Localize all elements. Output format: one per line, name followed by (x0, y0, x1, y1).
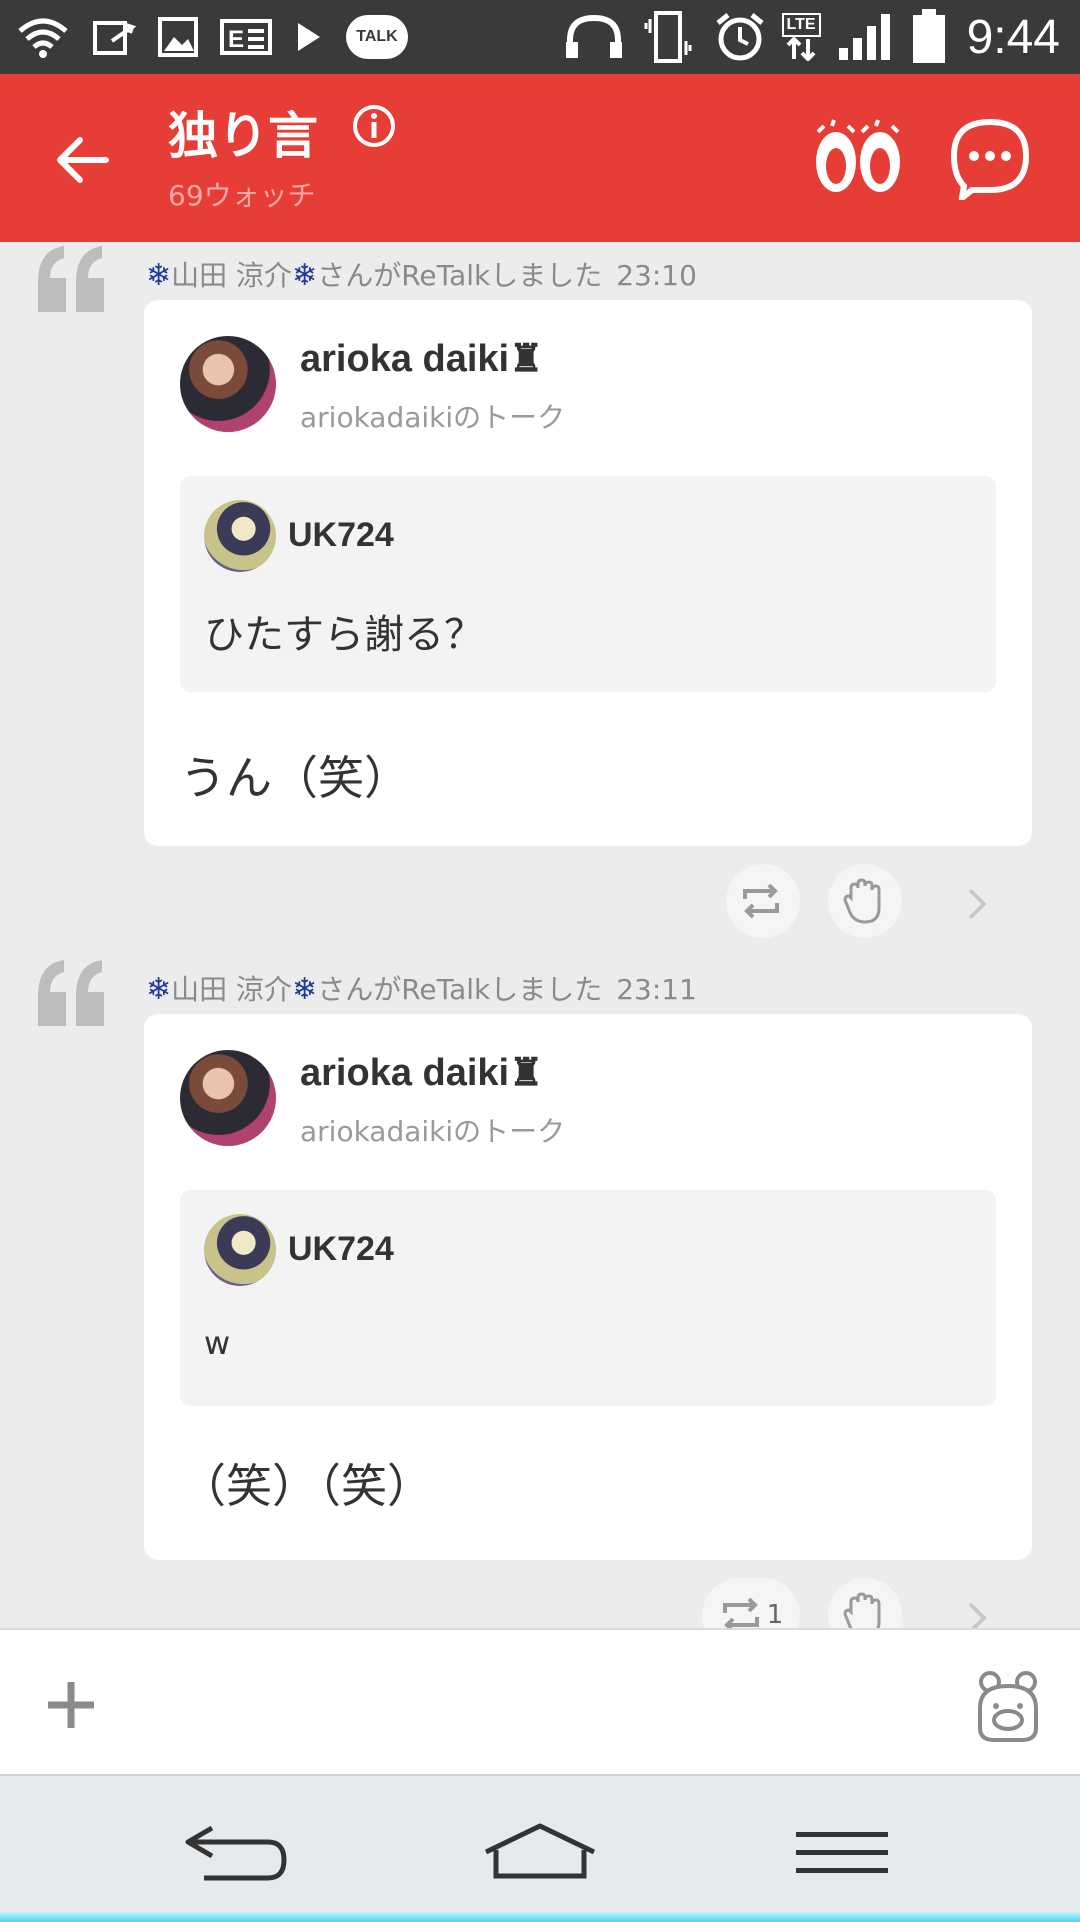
watch-count: 69ウォッチ (168, 179, 316, 212)
retalk-user[interactable]: 山田 涼介 (171, 259, 292, 292)
retalk-suffix: さんがReTalkしました (317, 259, 603, 292)
snowflake-icon: ❄ (292, 972, 318, 1007)
status-bar-right: LTE 9:44 (562, 8, 1060, 66)
avatar[interactable] (204, 500, 276, 572)
like-button[interactable] (828, 864, 902, 938)
snowflake-icon: ❄ (292, 258, 318, 293)
sticker-icon[interactable] (970, 1668, 1046, 1744)
retalk-button[interactable] (726, 864, 800, 938)
quote-mark-icon (38, 960, 104, 1026)
post-actions: 1 (680, 1574, 1080, 1628)
nav-glow (0, 1912, 1080, 1922)
clock: 9:44 (966, 10, 1060, 64)
talk-name[interactable]: ariokadaikiのトーク (300, 1110, 565, 1150)
talk-icon: TALK (346, 15, 408, 59)
message-text: うん（笑） (180, 751, 410, 805)
wifi-icon (18, 18, 68, 58)
headphones-icon (565, 14, 622, 58)
avatar[interactable] (204, 1214, 276, 1286)
back-icon[interactable] (182, 1822, 290, 1884)
room-title: 独り言 (168, 107, 318, 165)
talk-name[interactable]: ariokadaikiのトーク (300, 396, 565, 436)
author-name[interactable]: arioka daiki♜ (300, 1050, 543, 1095)
retalk-suffix: さんがReTalkしました (317, 973, 603, 1006)
like-button[interactable] (828, 1578, 902, 1628)
photo-share-icon (93, 21, 136, 55)
retalk-info: ❄山田 涼介❄さんがReTalkしました 23:10 (146, 254, 697, 294)
svg-text:E: E (228, 26, 244, 53)
news-icon: E (220, 19, 272, 55)
talk-card[interactable]: arioka daiki♜ ariokadaikiのトーク UK724 w （笑… (144, 1014, 1032, 1560)
status-bar: E TALK LTE 9:44 (0, 0, 1080, 74)
avatar[interactable] (180, 1050, 276, 1146)
message-text: （笑）（笑） (180, 1459, 433, 1513)
quoted-user[interactable]: UK724 (288, 1230, 394, 1269)
chevron-right-icon[interactable] (962, 884, 992, 924)
avatar[interactable] (180, 336, 276, 432)
quoted-text: ひたすら謝る？ (204, 612, 484, 658)
eyes-icon[interactable] (812, 116, 904, 198)
author-name[interactable]: arioka daiki♜ (300, 336, 543, 381)
lte-icon: LTE (781, 13, 821, 61)
retalk-time: 23:11 (616, 973, 697, 1006)
vibrate-icon (644, 11, 692, 63)
message-list[interactable]: ❄山田 涼介❄さんがReTalkしました 23:10 arioka daiki♜ … (0, 242, 1080, 1628)
plus-icon[interactable] (44, 1678, 98, 1732)
image-icon (158, 17, 198, 57)
retalk-user[interactable]: 山田 涼介 (171, 973, 292, 1006)
battery-icon (912, 9, 945, 63)
signal-icon (838, 14, 890, 60)
alarm-icon (715, 13, 764, 61)
hand-icon (843, 1592, 881, 1628)
retalk-count: 1 (766, 1600, 784, 1628)
home-icon[interactable] (482, 1822, 598, 1880)
retalk-button[interactable]: 1 (702, 1578, 800, 1628)
app-header: 独り言 69ウォッチ (0, 74, 1080, 242)
chevron-right-icon[interactable] (962, 1598, 992, 1628)
menu-icon[interactable] (794, 1828, 890, 1878)
chat-more-icon[interactable] (948, 116, 1032, 200)
quoted-message[interactable]: UK724 w (180, 1190, 996, 1406)
retalk-info: ❄山田 涼介❄さんがReTalkしました 23:11 (146, 968, 697, 1008)
navigation-bar (0, 1774, 1080, 1922)
play-icon (298, 23, 320, 51)
retalk-icon (743, 883, 779, 919)
post-actions (680, 860, 1080, 940)
hand-icon (843, 878, 881, 924)
snowflake-icon: ❄ (146, 258, 172, 293)
status-bar-left: E TALK (16, 8, 408, 66)
info-icon[interactable] (352, 104, 396, 148)
quote-mark-icon (38, 246, 104, 312)
quoted-text: w (204, 1324, 231, 1362)
back-arrow-icon[interactable] (52, 130, 112, 190)
quoted-user[interactable]: UK724 (288, 516, 394, 555)
snowflake-icon: ❄ (146, 972, 172, 1007)
talk-card[interactable]: arioka daiki♜ ariokadaikiのトーク UK724 ひたすら… (144, 300, 1032, 846)
retalk-time: 23:10 (616, 259, 697, 292)
input-bar (0, 1628, 1080, 1776)
retalk-icon (722, 1597, 759, 1628)
quoted-message[interactable]: UK724 ひたすら謝る？ (180, 476, 996, 692)
